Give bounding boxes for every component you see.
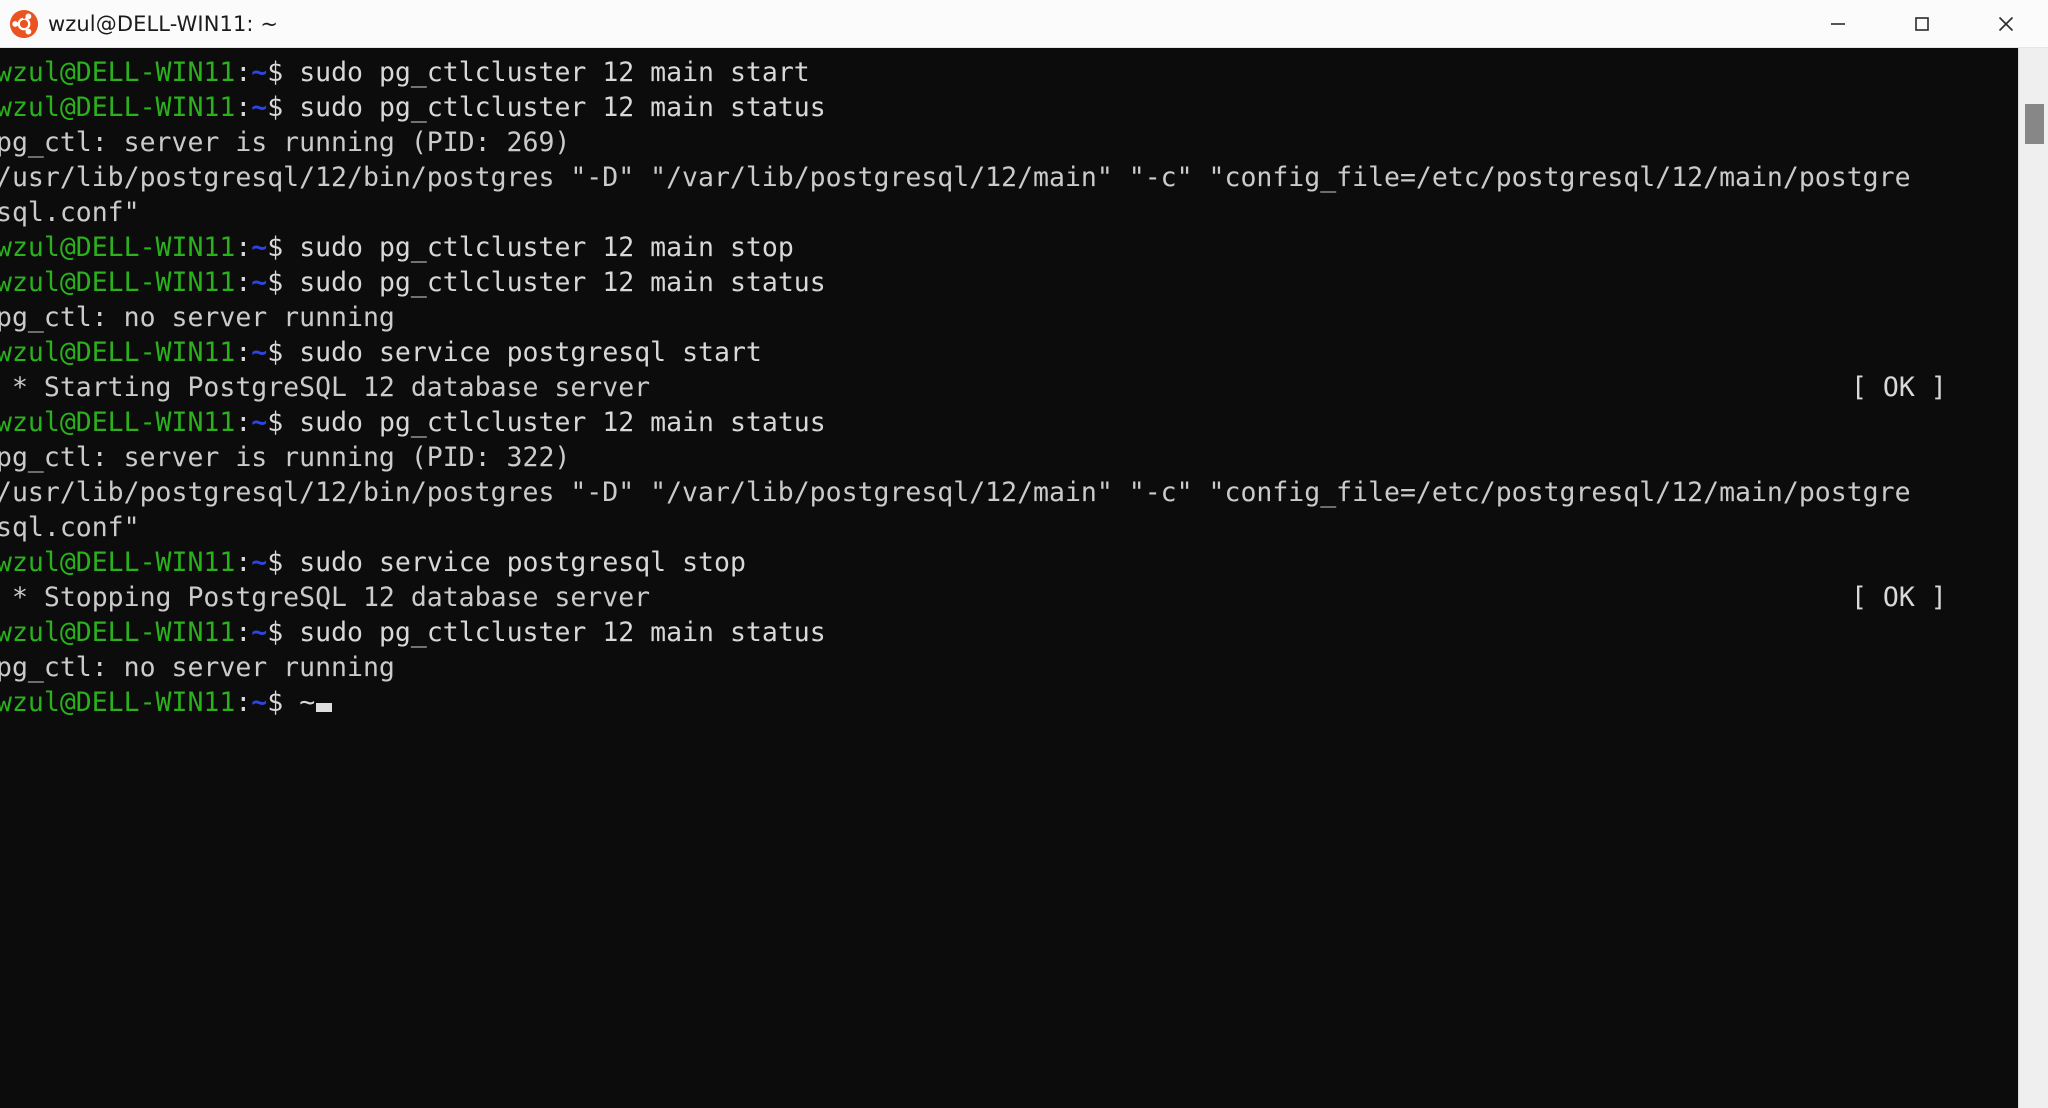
terminal-output: wzul@DELL-WIN11:~$ sudo pg_ctlcluster 12…	[0, 55, 2018, 720]
terminal-output-line: /usr/lib/postgresql/12/bin/postgres "-D"…	[0, 160, 2018, 195]
prompt-command: sudo service postgresql stop	[283, 547, 746, 578]
terminal-prompt-line: wzul@DELL-WIN11:~$ sudo pg_ctlcluster 12…	[0, 405, 2018, 440]
terminal-prompt-line: wzul@DELL-WIN11:~$ sudo service postgres…	[0, 335, 2018, 370]
terminal-prompt-line: wzul@DELL-WIN11:~$ ~	[0, 685, 2018, 720]
minimize-button[interactable]	[1796, 0, 1880, 48]
prompt-colon: :	[235, 547, 252, 578]
prompt-colon: :	[235, 92, 252, 123]
prompt-colon: :	[235, 337, 252, 368]
prompt-user-host: wzul@DELL-WIN11	[0, 57, 236, 88]
output-text: pg_ctl: server is running (PID: 269)	[0, 127, 571, 158]
prompt-command: sudo pg_ctlcluster 12 main status	[283, 92, 826, 123]
terminal-output-line: pg_ctl: server is running (PID: 269)	[0, 125, 2018, 160]
output-text: pg_ctl: no server running	[0, 652, 395, 683]
prompt-colon: :	[235, 617, 252, 648]
prompt-command: sudo pg_ctlcluster 12 main stop	[283, 232, 794, 263]
prompt-sigil: $	[267, 547, 284, 578]
prompt-sigil: $	[267, 92, 284, 123]
output-text: pg_ctl: no server running	[0, 302, 395, 333]
prompt-command: sudo pg_ctlcluster 12 main start	[283, 57, 810, 88]
prompt-command: ~	[283, 687, 316, 718]
vertical-scrollbar[interactable]	[2018, 48, 2048, 1108]
maximize-button[interactable]	[1880, 0, 1964, 48]
prompt-path: ~	[251, 547, 268, 578]
maximize-icon	[1915, 16, 1929, 31]
terminal-cursor	[316, 703, 333, 712]
terminal-prompt-line: wzul@DELL-WIN11:~$ sudo pg_ctlcluster 12…	[0, 55, 2018, 90]
prompt-sigil: $	[267, 617, 284, 648]
prompt-colon: :	[235, 232, 252, 263]
terminal-prompt-line: wzul@DELL-WIN11:~$ sudo pg_ctlcluster 12…	[0, 265, 2018, 300]
prompt-user-host: wzul@DELL-WIN11	[0, 232, 236, 263]
output-text: pg_ctl: server is running (PID: 322)	[0, 442, 571, 473]
prompt-colon: :	[235, 57, 252, 88]
output-text: sql.conf"	[0, 197, 140, 228]
prompt-command: sudo service postgresql start	[283, 337, 762, 368]
prompt-sigil: $	[267, 337, 284, 368]
prompt-path: ~	[251, 617, 268, 648]
window-controls	[1796, 0, 2048, 48]
window-title: wzul@DELL-WIN11: ~	[48, 11, 279, 36]
window-titlebar: wzul@DELL-WIN11: ~	[0, 0, 2048, 48]
terminal-output-line: pg_ctl: server is running (PID: 322)	[0, 440, 2018, 475]
terminal-viewport[interactable]: wzul@DELL-WIN11:~$ sudo pg_ctlcluster 12…	[0, 48, 2018, 1108]
output-text: sql.conf"	[0, 512, 140, 543]
output-text: * Starting PostgreSQL 12 database server	[0, 372, 651, 403]
terminal-output-line: sql.conf"	[0, 510, 2018, 545]
prompt-path: ~	[251, 232, 268, 263]
prompt-path: ~	[251, 687, 268, 718]
scrollbar-thumb[interactable]	[2025, 104, 2044, 144]
prompt-command: sudo pg_ctlcluster 12 main status	[283, 617, 826, 648]
terminal-output-line: * Stopping PostgreSQL 12 database server…	[0, 580, 2018, 615]
prompt-sigil: $	[267, 267, 284, 298]
prompt-colon: :	[235, 407, 252, 438]
minimize-icon	[1831, 22, 1845, 25]
prompt-user-host: wzul@DELL-WIN11	[0, 687, 236, 718]
prompt-colon: :	[235, 267, 252, 298]
close-button[interactable]	[1964, 0, 2048, 48]
prompt-path: ~	[251, 57, 268, 88]
terminal-prompt-line: wzul@DELL-WIN11:~$ sudo pg_ctlcluster 12…	[0, 615, 2018, 650]
terminal-output-line: /usr/lib/postgresql/12/bin/postgres "-D"…	[0, 475, 2018, 510]
prompt-sigil: $	[267, 407, 284, 438]
terminal-output-line: pg_ctl: no server running	[0, 300, 2018, 335]
output-text: /usr/lib/postgresql/12/bin/postgres "-D"…	[0, 162, 1911, 193]
output-text: * Stopping PostgreSQL 12 database server	[0, 582, 651, 613]
terminal-output-line: pg_ctl: no server running	[0, 650, 2018, 685]
terminal-window: wzul@DELL-WIN11: ~ wzul@DELL-WIN11:~$ su…	[0, 0, 2048, 1108]
ubuntu-logo-icon	[9, 9, 39, 38]
output-text: /usr/lib/postgresql/12/bin/postgres "-D"…	[0, 477, 1911, 508]
terminal-prompt-line: wzul@DELL-WIN11:~$ sudo service postgres…	[0, 545, 2018, 580]
close-icon	[1998, 16, 2014, 31]
prompt-user-host: wzul@DELL-WIN11	[0, 267, 236, 298]
terminal-output-line: * Starting PostgreSQL 12 database server…	[0, 370, 2018, 405]
prompt-path: ~	[251, 92, 268, 123]
prompt-path: ~	[251, 267, 268, 298]
prompt-colon: :	[235, 687, 252, 718]
terminal-output-line: sql.conf"	[0, 195, 2018, 230]
terminal-prompt-line: wzul@DELL-WIN11:~$ sudo pg_ctlcluster 12…	[0, 90, 2018, 125]
prompt-path: ~	[251, 337, 268, 368]
prompt-command: sudo pg_ctlcluster 12 main status	[283, 407, 826, 438]
prompt-command: sudo pg_ctlcluster 12 main status	[283, 267, 826, 298]
status-badge-ok: [ OK ]	[1851, 372, 1947, 403]
prompt-path: ~	[251, 407, 268, 438]
prompt-user-host: wzul@DELL-WIN11	[0, 337, 236, 368]
terminal-prompt-line: wzul@DELL-WIN11:~$ sudo pg_ctlcluster 12…	[0, 230, 2018, 265]
status-badge-ok: [ OK ]	[1851, 582, 1947, 613]
prompt-user-host: wzul@DELL-WIN11	[0, 92, 236, 123]
prompt-sigil: $	[267, 232, 284, 263]
prompt-sigil: $	[267, 687, 284, 718]
prompt-user-host: wzul@DELL-WIN11	[0, 547, 236, 578]
prompt-sigil: $	[267, 57, 284, 88]
prompt-user-host: wzul@DELL-WIN11	[0, 617, 236, 648]
prompt-user-host: wzul@DELL-WIN11	[0, 407, 236, 438]
